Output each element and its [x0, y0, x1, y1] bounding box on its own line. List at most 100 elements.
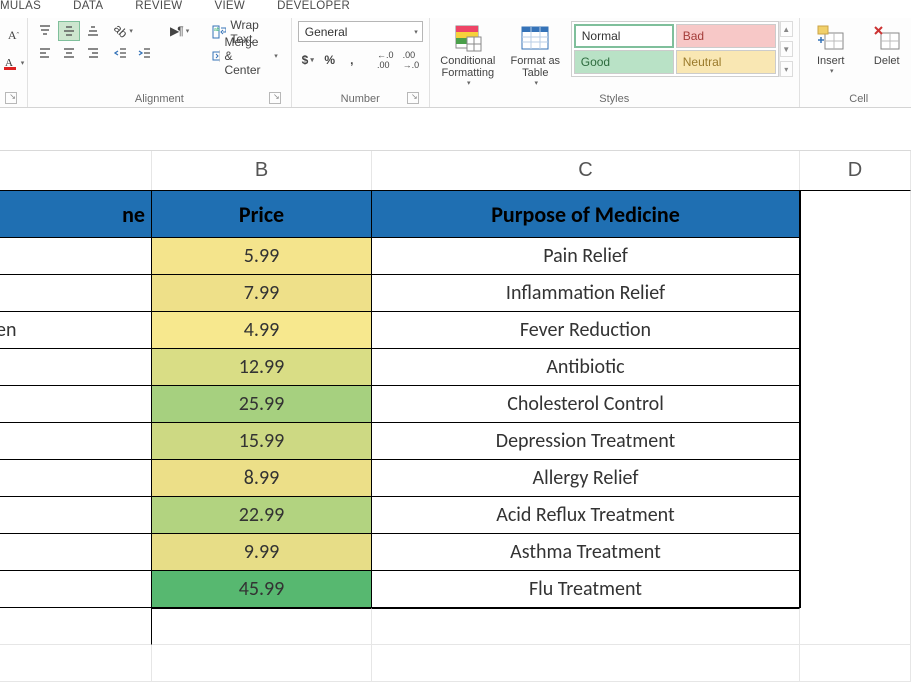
orientation-button[interactable]: ab▾ — [110, 21, 137, 41]
cell-C[interactable] — [372, 645, 800, 682]
cell-C[interactable]: Inflammation Relief — [372, 275, 800, 312]
cell-A[interactable] — [0, 275, 152, 312]
cell-B[interactable]: 22.99 — [152, 497, 372, 534]
font-group: Aˆ A ▾ — [0, 18, 28, 107]
cell-B[interactable]: 25.99 — [152, 386, 372, 423]
tab-data[interactable]: DATA — [73, 0, 117, 16]
increase-indent-button[interactable] — [134, 43, 156, 63]
align-center-button[interactable] — [58, 43, 80, 63]
cell-B[interactable]: 7.99 — [152, 275, 372, 312]
cell-D[interactable] — [800, 534, 911, 571]
cell-B[interactable] — [152, 608, 372, 645]
cell-A[interactable] — [0, 571, 152, 608]
cell-D[interactable] — [800, 312, 911, 349]
text-direction-button[interactable]: ▶¶▾ — [166, 21, 191, 41]
table-header-B[interactable]: Price — [152, 190, 372, 238]
cell-C[interactable] — [372, 608, 800, 645]
column-header-B[interactable]: B — [152, 151, 372, 190]
table-header-A[interactable]: ne — [0, 190, 152, 238]
styles-scroll-more-icon[interactable]: ▾ — [780, 61, 793, 77]
cell-A[interactable] — [0, 423, 152, 460]
tab-view[interactable]: VIEW — [214, 0, 259, 16]
cell-D[interactable] — [800, 497, 911, 534]
cell-D[interactable] — [800, 238, 911, 275]
cell-C[interactable]: Acid Reflux Treatment — [372, 497, 800, 534]
cell-A[interactable] — [0, 386, 152, 423]
column-header-C[interactable]: C — [372, 151, 800, 190]
align-top-button[interactable] — [34, 21, 56, 41]
align-middle-button[interactable] — [58, 21, 80, 41]
tab-formulas[interactable]: MULAS — [0, 0, 55, 16]
column-header-D[interactable]: D — [800, 151, 911, 190]
number-launcher[interactable] — [407, 92, 419, 104]
conditional-formatting-button[interactable]: Conditional Formatting ▾ — [436, 21, 500, 87]
style-bad[interactable]: Bad — [676, 24, 776, 48]
styles-scroll-up-icon[interactable]: ▲ — [780, 21, 793, 37]
grow-font-button[interactable]: Aˆ — [4, 25, 24, 45]
cell-A[interactable] — [0, 497, 152, 534]
cell-C[interactable]: Allergy Relief — [372, 460, 800, 497]
comma-format-button[interactable]: , — [342, 50, 362, 70]
column-header-A[interactable] — [0, 151, 152, 190]
cell-A[interactable] — [0, 349, 152, 386]
accounting-format-button[interactable]: $▾ — [298, 50, 318, 70]
merge-center-button[interactable]: Merge & Center ▾ — [205, 45, 285, 67]
insert-cells-button[interactable]: Insert ▾ — [806, 21, 856, 75]
font-launcher[interactable] — [5, 92, 17, 104]
decrease-decimal-button[interactable]: .00→.0 — [399, 50, 423, 70]
decrease-indent-button[interactable] — [110, 43, 132, 63]
align-bottom-button[interactable] — [82, 21, 104, 41]
cell-B[interactable]: 15.99 — [152, 423, 372, 460]
cell-B[interactable]: 9.99 — [152, 534, 372, 571]
cell-D-header[interactable] — [800, 190, 911, 238]
cell-A[interactable] — [0, 608, 152, 645]
format-as-table-button[interactable]: Format as Table ▾ — [506, 21, 565, 87]
cell-A[interactable]: en — [0, 312, 152, 349]
table-header-C[interactable]: Purpose of Medicine — [372, 190, 800, 238]
cell-A[interactable] — [0, 460, 152, 497]
cell-D[interactable] — [800, 645, 911, 682]
table-row: 15.99 Depression Treatment — [0, 423, 911, 460]
font-color-button[interactable]: A ▾ — [0, 53, 28, 73]
cell-D[interactable] — [800, 386, 911, 423]
cell-A[interactable] — [0, 238, 152, 275]
cell-B[interactable]: 5.99 — [152, 238, 372, 275]
cell-B[interactable]: 45.99 — [152, 571, 372, 608]
align-right-button[interactable] — [82, 43, 104, 63]
delete-cells-button[interactable]: Delet — [862, 21, 911, 67]
cell-styles-gallery[interactable]: Normal Bad Good Neutral — [571, 21, 779, 77]
cell-B[interactable] — [152, 645, 372, 682]
cell-D[interactable] — [800, 275, 911, 312]
cell-C[interactable]: Asthma Treatment — [372, 534, 800, 571]
increase-decimal-button[interactable]: ←.0.00 — [373, 50, 397, 70]
align-left-button[interactable] — [34, 43, 56, 63]
cell-B[interactable]: 4.99 — [152, 312, 372, 349]
cell-D[interactable] — [800, 571, 911, 608]
style-normal[interactable]: Normal — [574, 24, 674, 48]
cell-C[interactable]: Pain Relief — [372, 238, 800, 275]
cell-A[interactable] — [0, 534, 152, 571]
number-format-combo[interactable]: General ▾ — [298, 21, 423, 42]
styles-scroll-down-icon[interactable]: ▼ — [780, 41, 793, 57]
cell-B[interactable]: 12.99 — [152, 349, 372, 386]
cell-C[interactable]: Antibiotic — [372, 349, 800, 386]
percent-format-button[interactable]: % — [320, 50, 340, 70]
cell-D[interactable] — [800, 423, 911, 460]
sheet-grid[interactable]: ne Price Purpose of Medicine 5.99 Pain R… — [0, 190, 911, 682]
tab-review[interactable]: REVIEW — [135, 0, 196, 16]
font-color-icon: A — [3, 55, 19, 71]
cell-C[interactable]: Depression Treatment — [372, 423, 800, 460]
tab-developer[interactable]: DEVELOPER — [277, 0, 364, 16]
style-good[interactable]: Good — [574, 50, 674, 74]
cell-C[interactable]: Fever Reduction — [372, 312, 800, 349]
alignment-launcher[interactable] — [269, 92, 281, 104]
cell-C[interactable]: Cholesterol Control — [372, 386, 800, 423]
cell-D[interactable] — [800, 460, 911, 497]
style-neutral[interactable]: Neutral — [676, 50, 776, 74]
cell-B[interactable]: 8.99 — [152, 460, 372, 497]
cell-styles-scroll[interactable]: ▲ ▼ ▾ — [779, 21, 793, 77]
cell-D[interactable] — [800, 608, 911, 645]
cell-D[interactable] — [800, 349, 911, 386]
cell-A[interactable] — [0, 645, 152, 682]
cell-C[interactable]: Flu Treatment — [372, 571, 800, 608]
